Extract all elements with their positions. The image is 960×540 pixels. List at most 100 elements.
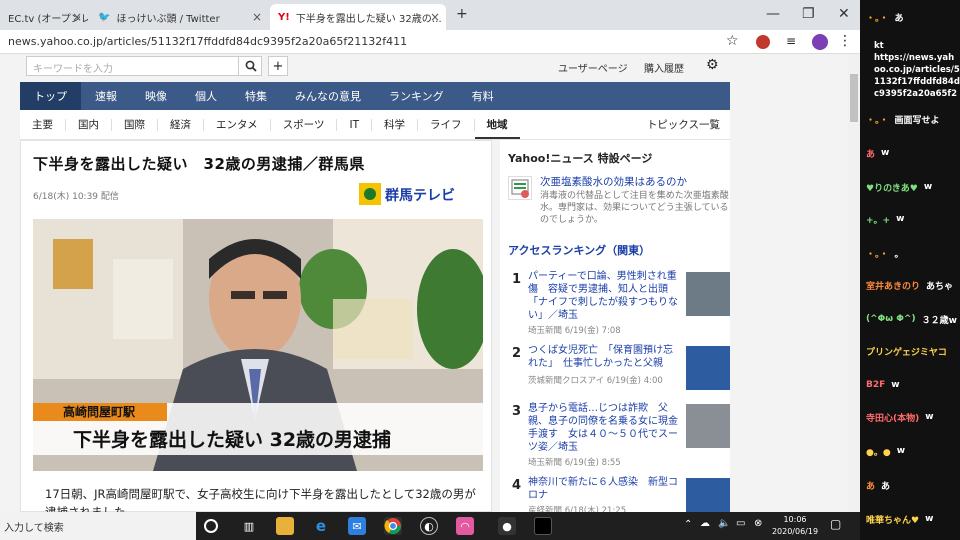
chat-message: ・。・あ: [860, 4, 960, 30]
ranking-item[interactable]: 1 パーティーで口論、男性刺され重傷 容疑で男逮捕、知人と出頭「ナイフで刺したが…: [508, 270, 730, 336]
rank-thumbnail[interactable]: [686, 478, 730, 512]
nav-video[interactable]: 映像: [131, 82, 181, 110]
subnav-main[interactable]: 主要: [20, 118, 66, 131]
rank-title[interactable]: 神奈川で新たに６人感染 新型コロナ: [528, 476, 678, 502]
chrome-icon[interactable]: [384, 517, 402, 535]
star-icon[interactable]: ☆: [726, 33, 739, 49]
nav-paid[interactable]: 有料: [458, 82, 508, 110]
address-bar[interactable]: news.yahoo.co.jp/articles/51132f17ffddfd…: [0, 30, 860, 54]
nav-top[interactable]: トップ: [20, 82, 81, 110]
chat-user: 室井あきのり: [866, 281, 921, 292]
obs-icon[interactable]: ◐: [420, 517, 438, 535]
scrollbar-thumb[interactable]: [850, 74, 858, 122]
sidebar: Yahoo!ニュース 特設ページ 次亜塩素酸水の効果はあるのか 消毒液の代替品と…: [500, 140, 730, 512]
edge-icon[interactable]: e: [312, 517, 330, 535]
chat-message: (^Φω Φ^) ３２歳w: [860, 306, 960, 332]
tray-chevron-icon[interactable]: ⌃: [684, 519, 692, 530]
file-explorer-icon[interactable]: [276, 517, 294, 535]
window-close-button[interactable]: ✕: [838, 6, 850, 22]
subnav-it[interactable]: IT: [337, 118, 372, 131]
app-window-icon[interactable]: [534, 517, 552, 535]
onedrive-icon[interactable]: ☁: [700, 518, 710, 529]
page-scrollbar[interactable]: [848, 54, 860, 512]
user-page-link[interactable]: ユーザーページ: [558, 60, 628, 75]
subnav-entertainment[interactable]: エンタメ: [204, 118, 271, 131]
nav-individual[interactable]: 個人: [181, 82, 231, 110]
chat-user: 寺田心(本物): [866, 413, 920, 424]
search-input[interactable]: キーワードを入力: [26, 56, 262, 76]
chat-user: (^Φω Φ^): [866, 314, 916, 324]
ranking-item[interactable]: 3 息子から電話…じつは詐欺 父親、息子の同僚を名乗る女に現金手渡す 女は４０～…: [508, 402, 730, 468]
extension-icon[interactable]: [756, 35, 770, 49]
rank-thumbnail[interactable]: [686, 404, 730, 448]
source-logo[interactable]: 群馬テレビ: [359, 181, 475, 207]
maximize-button[interactable]: ❐: [802, 6, 815, 22]
rank-title[interactable]: 息子から電話…じつは詐欺 父親、息子の同僚を名乗る女に現金手渡す 女は４０～５０…: [528, 402, 678, 454]
action-center-icon[interactable]: ▢: [830, 517, 841, 531]
chat-user: プリンゲェジミヤコ: [866, 347, 947, 358]
rank-title[interactable]: つくば女児死亡 「保育園預け忘れた」 仕事忙しかったと父親: [528, 344, 678, 370]
topics-all-link[interactable]: トピックス一覧: [647, 117, 720, 132]
chat-message: kt https://news.yahoo.co.jp/articles/511…: [860, 40, 960, 98]
cortana-icon[interactable]: [204, 519, 218, 533]
rank-title[interactable]: パーティーで口論、男性刺され重傷 容疑で男逮捕、知人と出頭「ナイフで刺したが殺す…: [528, 270, 678, 322]
chat-message: 唯華ちゃん♥ w: [860, 506, 960, 532]
volume-icon[interactable]: 🔈: [718, 518, 730, 529]
chat-user: 唯華ちゃん♥: [866, 515, 920, 526]
new-tab-button[interactable]: +: [456, 6, 468, 22]
yahoo-icon: Y!: [278, 11, 290, 23]
minimize-button[interactable]: —: [766, 6, 780, 22]
playlist-icon[interactable]: ≡: [786, 34, 796, 48]
chat-message: B2F w: [860, 372, 960, 398]
network-icon[interactable]: ▭: [736, 518, 745, 529]
special-title-link[interactable]: 次亜塩素酸水の効果はあるのか: [540, 174, 730, 189]
search-button[interactable]: [238, 56, 262, 76]
subnav-sports[interactable]: スポーツ: [271, 118, 338, 131]
clock[interactable]: 10:06 2020/06/19: [770, 514, 820, 538]
taskbar-search[interactable]: 入力して検索: [0, 512, 196, 540]
browser-menu-icon[interactable]: ⋮: [838, 33, 852, 49]
rank-thumbnail[interactable]: [686, 346, 730, 390]
nav-breaking[interactable]: 速報: [81, 82, 131, 110]
browser-tab[interactable]: 🐦 ほっけいぶ頭 / Twitter ×: [90, 4, 268, 30]
chat-user: +。+: [866, 215, 891, 226]
main-nav: トップ 速報 映像 個人 特集 みんなの意見 ランキング 有料: [20, 82, 730, 110]
subnav-domestic[interactable]: 国内: [66, 118, 112, 131]
chat-message: +。+ w: [860, 206, 960, 232]
subnav-life[interactable]: ライフ: [418, 118, 475, 131]
ranking-item[interactable]: 4 神奈川で新たに６人感染 新型コロナ 産経新聞 6/18(木) 21:25: [508, 476, 730, 512]
purchase-history-link[interactable]: 購入履歴: [644, 60, 684, 75]
article-body: 17日朝、JR高崎問屋町駅で、女子高校生に向け下半身を露出したとして32歳の男が…: [45, 487, 476, 512]
nav-ranking[interactable]: ランキング: [375, 82, 458, 110]
subnav-science[interactable]: 科学: [372, 118, 418, 131]
chat-message: あw: [860, 140, 960, 166]
add-button[interactable]: +: [268, 56, 288, 76]
mail-icon[interactable]: ✉: [348, 517, 366, 535]
task-view-icon[interactable]: ▥: [240, 517, 258, 535]
rank-thumbnail[interactable]: [686, 272, 730, 316]
gear-icon[interactable]: ⚙: [706, 57, 719, 73]
chat-text: https://news.yahoo.co.jp/articles/51132f…: [874, 53, 960, 98]
ranking-item[interactable]: 2 つくば女児死亡 「保育園預け忘れた」 仕事忙しかったと父親 茨城新聞クロスア…: [508, 344, 730, 394]
browser-tab[interactable]: EC.tv (オープンレッ… ×: [0, 4, 88, 30]
avatar[interactable]: [812, 34, 828, 50]
recorder-icon[interactable]: ●: [498, 517, 516, 535]
chat-panel: ・。・あ kt https://news.yahoo.co.jp/article…: [860, 0, 960, 540]
url-text[interactable]: news.yahoo.co.jp/articles/51132f17ffddfd…: [8, 35, 407, 48]
chat-text: w: [925, 412, 934, 422]
subnav-international[interactable]: 国際: [112, 118, 158, 131]
close-icon[interactable]: ×: [430, 10, 440, 24]
notification-off-icon[interactable]: ⊗: [754, 518, 762, 529]
article-title: 下半身を露出した疑い 32歳の男逮捕／群馬県: [33, 155, 365, 173]
browser-tab-active[interactable]: Y! 下半身を露出した疑い 32歳の… ×: [270, 4, 446, 30]
close-icon[interactable]: ×: [72, 10, 82, 24]
nav-feature[interactable]: 特集: [231, 82, 281, 110]
close-icon[interactable]: ×: [252, 10, 262, 24]
chat-message: ・。・。: [860, 240, 960, 266]
article-date: 6/18(木) 10:39 配信: [33, 192, 119, 202]
nav-opinions[interactable]: みんなの意見: [281, 82, 375, 110]
chat-text: ３２歳w: [921, 315, 957, 326]
subnav-economy[interactable]: 経済: [158, 118, 204, 131]
lips-app-icon[interactable]: ◠: [456, 517, 474, 535]
subnav-region[interactable]: 地域: [474, 119, 520, 139]
